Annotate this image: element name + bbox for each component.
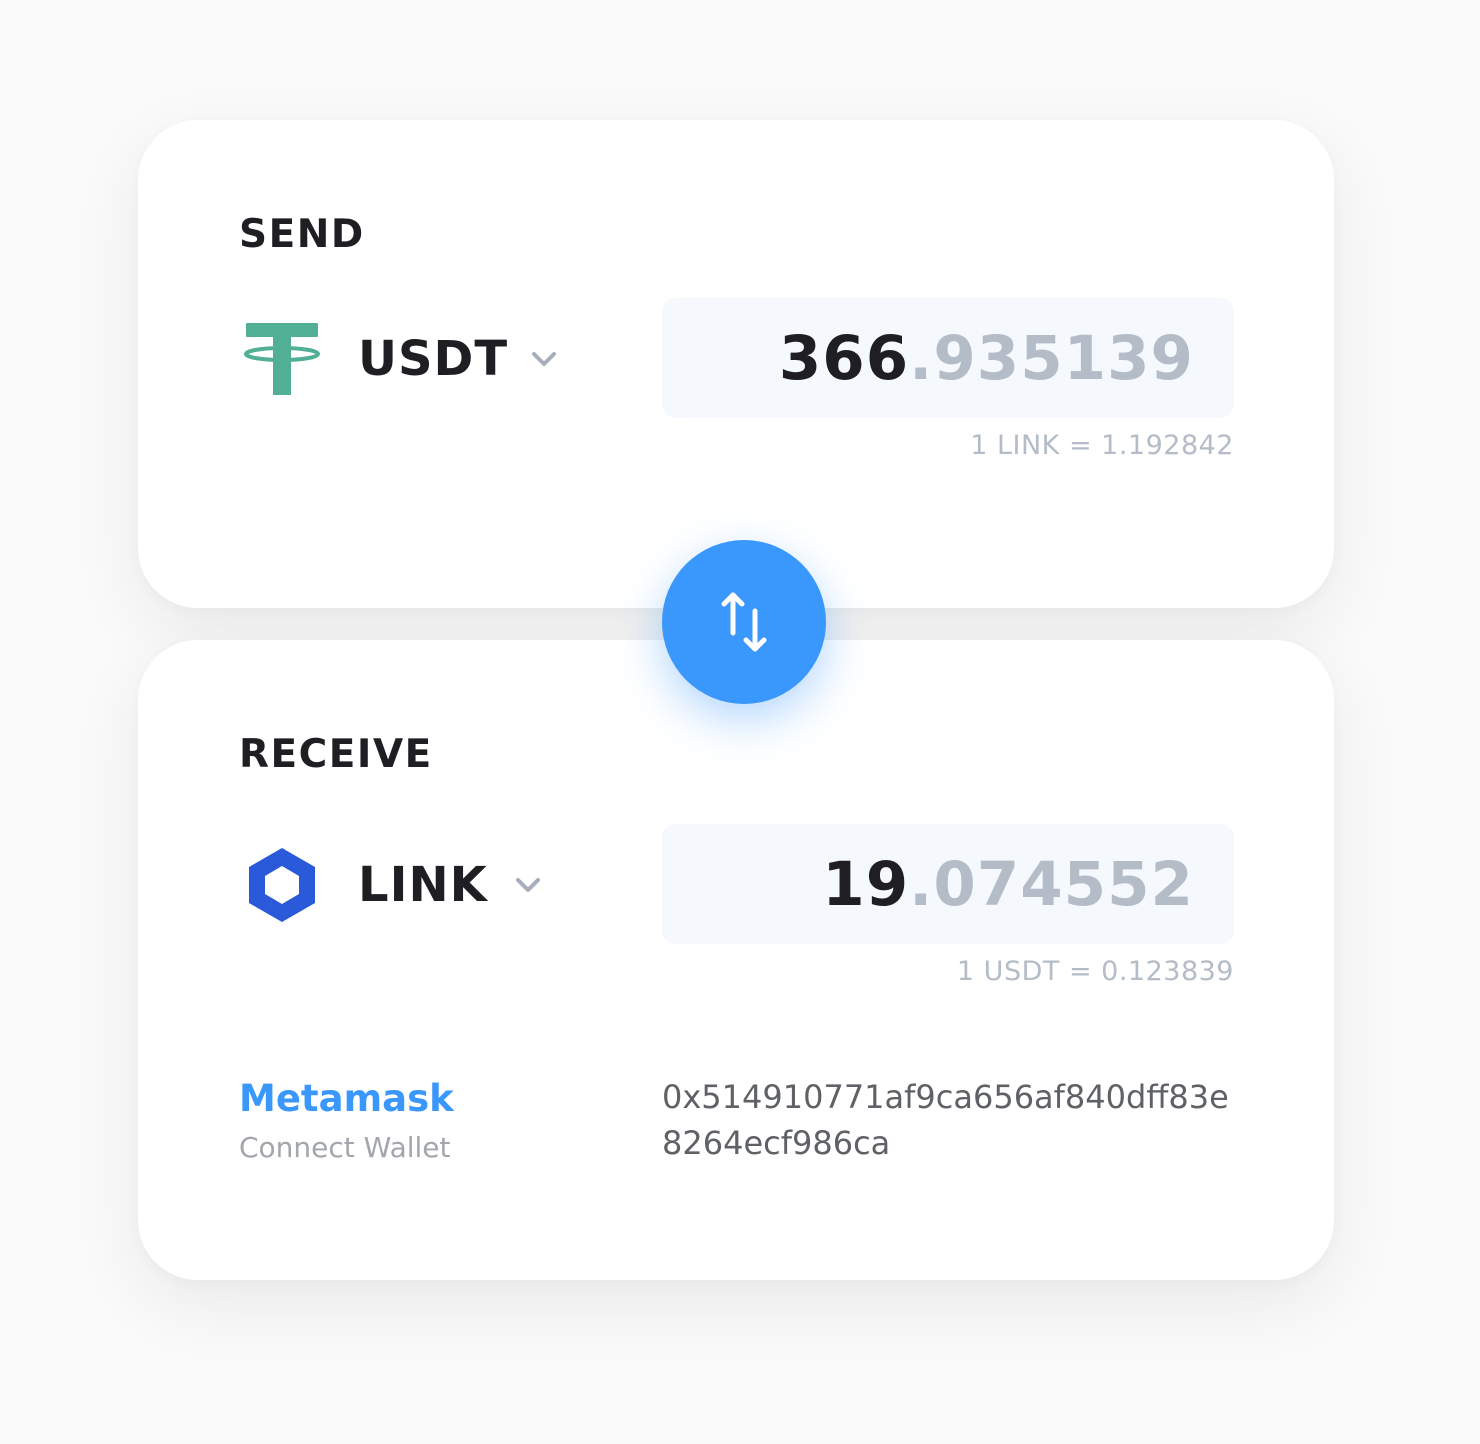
receive-title: RECEIVE (239, 732, 433, 777)
send-card: SEND USDT 366.935139 1 LINK = 1.192842 (138, 120, 1334, 608)
swap-button[interactable] (662, 540, 826, 704)
chevron-down-icon[interactable] (530, 345, 558, 373)
send-amount-decimal: .935139 (909, 322, 1194, 394)
send-title: SEND (239, 212, 365, 257)
receive-amount-decimal: .074552 (909, 848, 1194, 920)
receive-amount-input[interactable]: 19.074552 (662, 824, 1234, 944)
send-token-selector[interactable]: USDT (242, 318, 558, 400)
receive-card: RECEIVE LINK 19.074552 1 USDT = 0.123839… (138, 640, 1334, 1280)
send-amount-input[interactable]: 366.935139 (662, 298, 1234, 418)
receive-amount-integer: 19 (822, 848, 910, 920)
connect-wallet-metamask-link[interactable]: Metamask (239, 1080, 454, 1117)
connect-wallet-label[interactable]: Connect Wallet (239, 1134, 451, 1162)
chainlink-icon (242, 845, 322, 925)
receive-token-name: LINK (358, 857, 488, 913)
chevron-down-icon[interactable] (514, 871, 542, 899)
send-amount-integer: 366 (778, 322, 910, 394)
send-token-name: USDT (358, 331, 509, 387)
send-exchange-rate: 1 LINK = 1.192842 (970, 430, 1234, 461)
swap-arrows-icon (719, 587, 769, 657)
receive-token-selector[interactable]: LINK (242, 844, 542, 926)
tether-icon (242, 319, 322, 399)
receive-exchange-rate: 1 USDT = 0.123839 (956, 956, 1234, 987)
wallet-address: 0x514910771af9ca656af840dff83e8264ecf986… (662, 1078, 1229, 1162)
